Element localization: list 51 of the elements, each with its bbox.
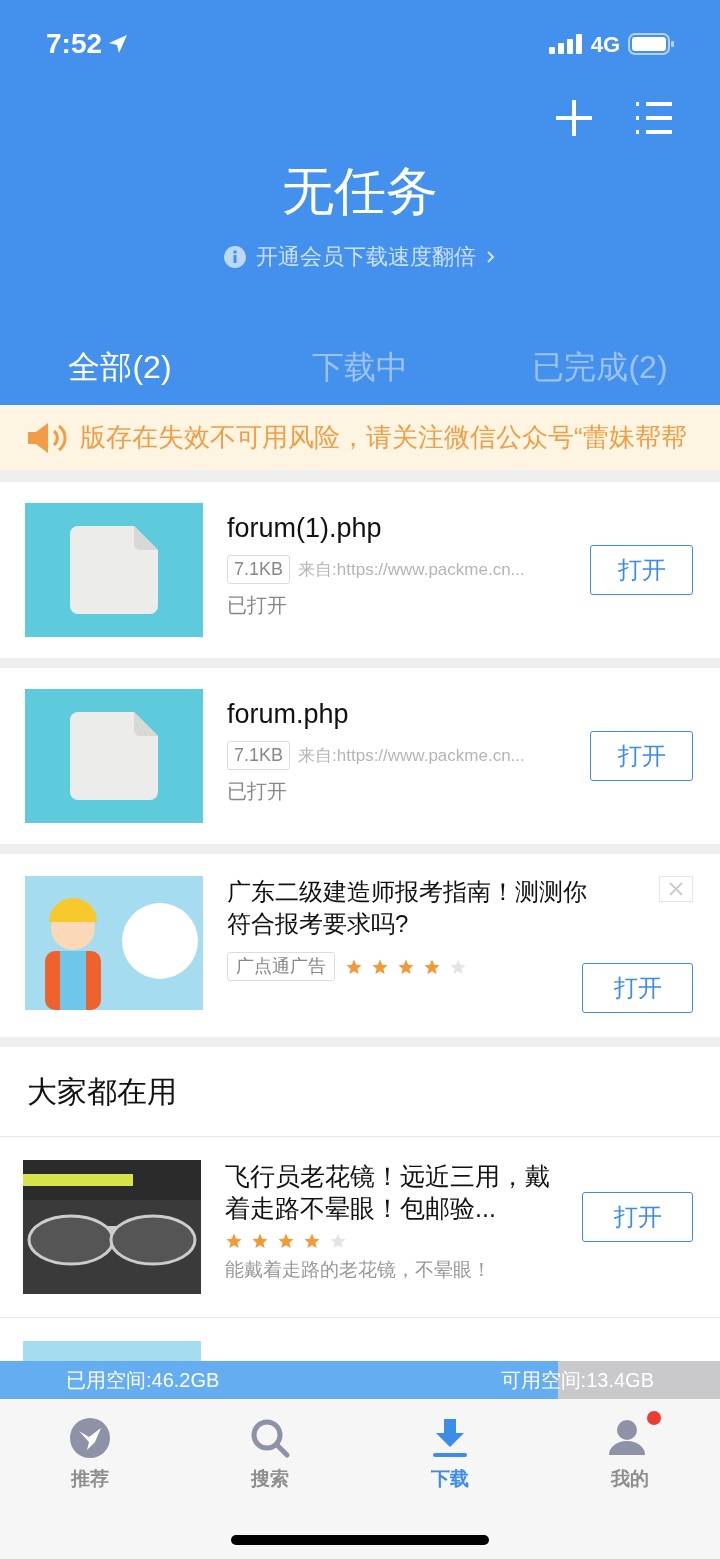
ad-title: 广东二级建造师报考指南！测测你符合报考要求吗? xyxy=(227,877,588,939)
speaker-icon xyxy=(26,420,68,455)
star-icon xyxy=(329,1232,347,1250)
nav-tab[interactable]: 下载 xyxy=(360,1405,540,1494)
tab[interactable]: 已完成(2) xyxy=(480,343,720,391)
battery-icon xyxy=(628,33,674,55)
info-icon xyxy=(224,245,246,268)
document-icon xyxy=(70,712,158,800)
file-name: forum.php xyxy=(227,698,350,732)
bird-icon xyxy=(69,1417,111,1459)
location-arrow-icon xyxy=(108,34,129,54)
file-source: 来自:https://www.packme.cn... xyxy=(298,744,525,767)
file-name: forum(1).php xyxy=(227,512,383,546)
status-time: 7:52 xyxy=(46,27,103,61)
section-title: 大家都在用 xyxy=(27,1074,177,1110)
file-source: 来自:https://www.packme.cn... xyxy=(298,558,525,581)
chevron-icon xyxy=(486,249,496,264)
close-icon xyxy=(669,882,683,896)
recommended-title: 飞行员老花镜！远近三用，戴着走路不晕眼！包邮验... xyxy=(225,1161,551,1224)
nav-tab[interactable]: 搜索 xyxy=(180,1405,360,1494)
star-icon xyxy=(251,1232,269,1250)
open-button[interactable]: 打开 xyxy=(582,963,693,1013)
star-icon xyxy=(277,1232,295,1250)
ad-item[interactable]: 广东二级建造师报考指南！测测你符合报考要求吗? 广点通广告 打开 xyxy=(0,854,720,1037)
document-icon xyxy=(70,526,158,614)
search-icon xyxy=(249,1417,291,1459)
tab[interactable]: 全部(2) xyxy=(0,343,240,391)
file-size: 7.1KB xyxy=(227,740,291,770)
file-size: 7.1KB xyxy=(227,554,291,584)
nav-tab[interactable]: 我的 xyxy=(540,1405,720,1494)
network-type: 4G xyxy=(590,30,620,59)
nav-tab[interactable]: 推荐 xyxy=(0,1405,180,1494)
star-icon xyxy=(303,1232,321,1250)
recommended-description: 能戴着走路的老花镜，不晕眼！ xyxy=(225,1258,492,1282)
open-button[interactable]: 打开 xyxy=(590,731,693,781)
notice-text: 版存在失效不可用风险，请关注微信公众号“蕾妹帮帮 xyxy=(80,421,687,454)
signal-icon xyxy=(548,34,583,54)
download-item[interactable]: forum(1).php 7.1KB 来自:https://www.packme.cn... 已打开 打开 xyxy=(0,482,720,658)
file-status: 已打开 xyxy=(227,778,288,804)
open-button[interactable]: 打开 xyxy=(590,545,693,595)
recommended-item[interactable]: 飞行员老花镜！远近三用，戴着走路不晕眼！包邮验... 能戴着走路的老花镜，不晕眼！ 打开 xyxy=(0,1137,720,1318)
membership-promo-link[interactable]: 开通会员下载速度翻倍 xyxy=(256,240,496,273)
add-button[interactable] xyxy=(554,98,594,138)
download-item[interactable]: forum.php 7.1KB 来自:https://www.packme.cn... 已打开 打开 xyxy=(0,668,720,844)
open-button[interactable]: 打开 xyxy=(582,1191,693,1242)
used-space: 已用空间:46.2GB xyxy=(66,1368,220,1393)
tab[interactable]: 下载中 xyxy=(240,343,480,391)
star-icon xyxy=(225,1232,243,1250)
ad-tag: 广点通广告 xyxy=(227,952,335,981)
task-status-title: 无任务 xyxy=(281,161,439,222)
file-status: 已打开 xyxy=(227,592,288,618)
